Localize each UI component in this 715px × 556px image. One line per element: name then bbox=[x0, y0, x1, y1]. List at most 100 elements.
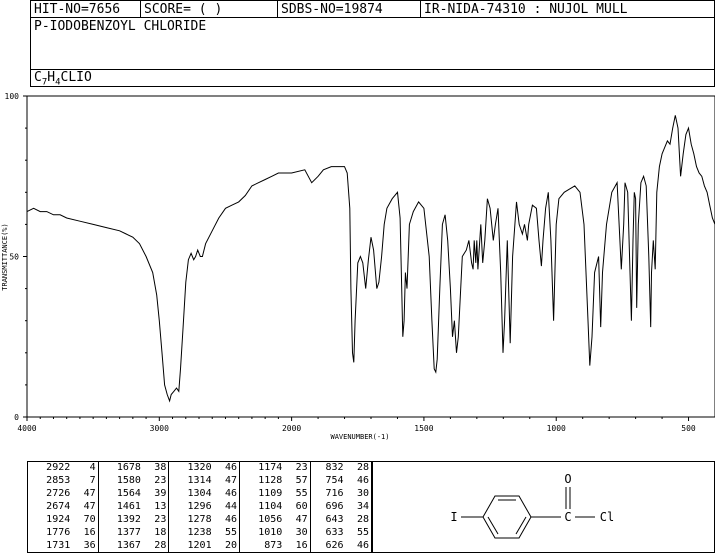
peak-wavenumber: 626 bbox=[325, 539, 344, 551]
peak-transmittance: 55 bbox=[356, 526, 369, 538]
peak-wavenumber: 1320 bbox=[187, 462, 212, 474]
peak-wavenumber: 1010 bbox=[258, 526, 283, 538]
peak-transmittance: 46 bbox=[213, 487, 241, 501]
peak-table: 2922 4 1678 38 1320 46 1174 23 832 28 2853 7 1580 23 1… bbox=[27, 461, 372, 553]
peak-wavenumber: 832 bbox=[325, 462, 344, 474]
x-tick-label: 4000 bbox=[17, 424, 36, 433]
peak-transmittance: 39 bbox=[142, 487, 170, 501]
peak-transmittance: 23 bbox=[142, 513, 170, 527]
peak-row: 2674 47 1461 13 1296 44 1104 60 696 34 bbox=[28, 500, 372, 514]
carbonyl-carbon: C bbox=[564, 510, 571, 524]
peak-transmittance: 46 bbox=[213, 513, 241, 527]
peak-wavenumber: 1314 bbox=[187, 475, 212, 487]
peak-transmittance: 47 bbox=[213, 474, 241, 488]
y-tick-label: 50 bbox=[9, 253, 19, 262]
peak-transmittance: 36 bbox=[72, 539, 99, 553]
peak-row: 1731 36 1367 28 1201 20 873 16 626 46 bbox=[28, 539, 372, 553]
plot-frame bbox=[26, 95, 715, 418]
x-tick-label: 500 bbox=[681, 424, 696, 433]
peak-wavenumber: 1731 bbox=[46, 539, 71, 551]
y-axis-label: TRANSMITTANCE(%) bbox=[1, 223, 9, 290]
peak-transmittance: 47 bbox=[72, 487, 99, 501]
peak-wavenumber: 643 bbox=[325, 513, 344, 525]
peak-transmittance: 38 bbox=[142, 461, 170, 475]
peak-wavenumber: 1461 bbox=[116, 500, 141, 512]
peak-transmittance: 70 bbox=[72, 513, 99, 527]
peak-transmittance: 44 bbox=[213, 500, 241, 514]
peak-transmittance: 28 bbox=[142, 539, 170, 553]
peak-wavenumber: 1392 bbox=[116, 513, 141, 525]
y-tick-label: 100 bbox=[5, 92, 20, 101]
peak-transmittance: 13 bbox=[142, 500, 170, 514]
peak-transmittance: 46 bbox=[356, 475, 369, 487]
peak-wavenumber: 754 bbox=[325, 475, 344, 487]
peak-transmittance: 23 bbox=[142, 474, 170, 488]
peak-wavenumber: 1109 bbox=[258, 488, 283, 500]
structure-diagram: I O C Cl bbox=[450, 472, 614, 539]
oxygen-atom: O bbox=[564, 472, 571, 486]
peak-transmittance: 46 bbox=[213, 461, 241, 475]
peak-wavenumber: 716 bbox=[325, 488, 344, 500]
iodine-atom: I bbox=[450, 510, 457, 524]
peak-row: 2726 47 1564 39 1304 46 1109 55 716 30 bbox=[28, 487, 372, 501]
peak-wavenumber: 1580 bbox=[116, 475, 141, 487]
peak-transmittance: 55 bbox=[284, 487, 311, 501]
peak-transmittance: 30 bbox=[356, 488, 369, 500]
peak-transmittance: 47 bbox=[72, 500, 99, 514]
peak-row: 1924 70 1392 23 1278 46 1056 47 643 28 bbox=[28, 513, 372, 527]
peak-row: 2922 4 1678 38 1320 46 1174 23 832 28 bbox=[28, 461, 372, 475]
peak-wavenumber: 2726 bbox=[46, 488, 71, 500]
y-tick-label: 0 bbox=[14, 413, 19, 422]
peak-wavenumber: 2853 bbox=[46, 475, 71, 487]
peak-wavenumber: 873 bbox=[264, 539, 283, 551]
peak-wavenumber: 1304 bbox=[187, 488, 212, 500]
peak-transmittance: 60 bbox=[284, 500, 311, 514]
peak-transmittance: 47 bbox=[284, 513, 311, 527]
peak-wavenumber: 1296 bbox=[187, 500, 212, 512]
peak-transmittance: 55 bbox=[213, 526, 241, 540]
peak-wavenumber: 633 bbox=[325, 526, 344, 538]
structure-box: I O C Cl bbox=[372, 461, 715, 553]
spectrum-line bbox=[26, 115, 715, 403]
peak-row: 2853 7 1580 23 1314 47 1128 57 754 46 bbox=[28, 474, 372, 488]
ir-spectrum-chart: 4000 3000 2000 1500 1000 500 0 50 100 WAVENUMBER… bbox=[1, 92, 715, 441]
peak-wavenumber: 1128 bbox=[258, 475, 283, 487]
peak-transmittance: 18 bbox=[142, 526, 170, 540]
peak-transmittance: 23 bbox=[284, 461, 311, 475]
peak-transmittance: 20 bbox=[213, 539, 241, 553]
peak-transmittance: 30 bbox=[284, 526, 311, 540]
peak-wavenumber: 2674 bbox=[46, 500, 71, 512]
peak-wavenumber: 1174 bbox=[258, 462, 283, 474]
benzene-ring bbox=[482, 495, 532, 539]
aromatic-bond-2 bbox=[515, 516, 527, 535]
peak-transmittance: 46 bbox=[356, 539, 369, 551]
peak-wavenumber: 696 bbox=[325, 500, 344, 512]
peak-wavenumber: 1377 bbox=[116, 526, 141, 538]
peak-wavenumber: 1238 bbox=[187, 526, 212, 538]
peak-wavenumber: 1776 bbox=[46, 526, 71, 538]
peak-wavenumber: 1367 bbox=[116, 539, 141, 551]
peak-transmittance: 57 bbox=[284, 474, 311, 488]
aromatic-bond-3 bbox=[487, 516, 499, 535]
peak-wavenumber: 1924 bbox=[46, 513, 71, 525]
peak-transmittance: 7 bbox=[72, 474, 99, 488]
axis-ticks bbox=[23, 95, 690, 421]
peak-wavenumber: 1678 bbox=[116, 462, 141, 474]
x-tick-label: 1000 bbox=[547, 424, 566, 433]
peak-wavenumber: 1201 bbox=[187, 539, 212, 551]
peak-transmittance: 28 bbox=[356, 462, 369, 474]
peak-transmittance: 4 bbox=[72, 461, 99, 475]
peak-wavenumber: 1104 bbox=[258, 500, 283, 512]
x-tick-label: 2000 bbox=[282, 424, 301, 433]
peak-transmittance: 28 bbox=[356, 513, 369, 525]
peak-wavenumber: 1278 bbox=[187, 513, 212, 525]
x-tick-label: 3000 bbox=[150, 424, 169, 433]
peak-transmittance: 34 bbox=[356, 500, 369, 512]
x-axis-label: WAVENUMBER(-1) bbox=[330, 433, 389, 441]
x-tick-label: 1500 bbox=[414, 424, 433, 433]
peak-transmittance: 16 bbox=[72, 526, 99, 540]
peak-transmittance: 16 bbox=[284, 539, 311, 553]
peak-wavenumber: 1564 bbox=[116, 488, 141, 500]
peak-row: 1776 16 1377 18 1238 55 1010 30 633 55 bbox=[28, 526, 372, 540]
peak-wavenumber: 2922 bbox=[46, 462, 71, 474]
